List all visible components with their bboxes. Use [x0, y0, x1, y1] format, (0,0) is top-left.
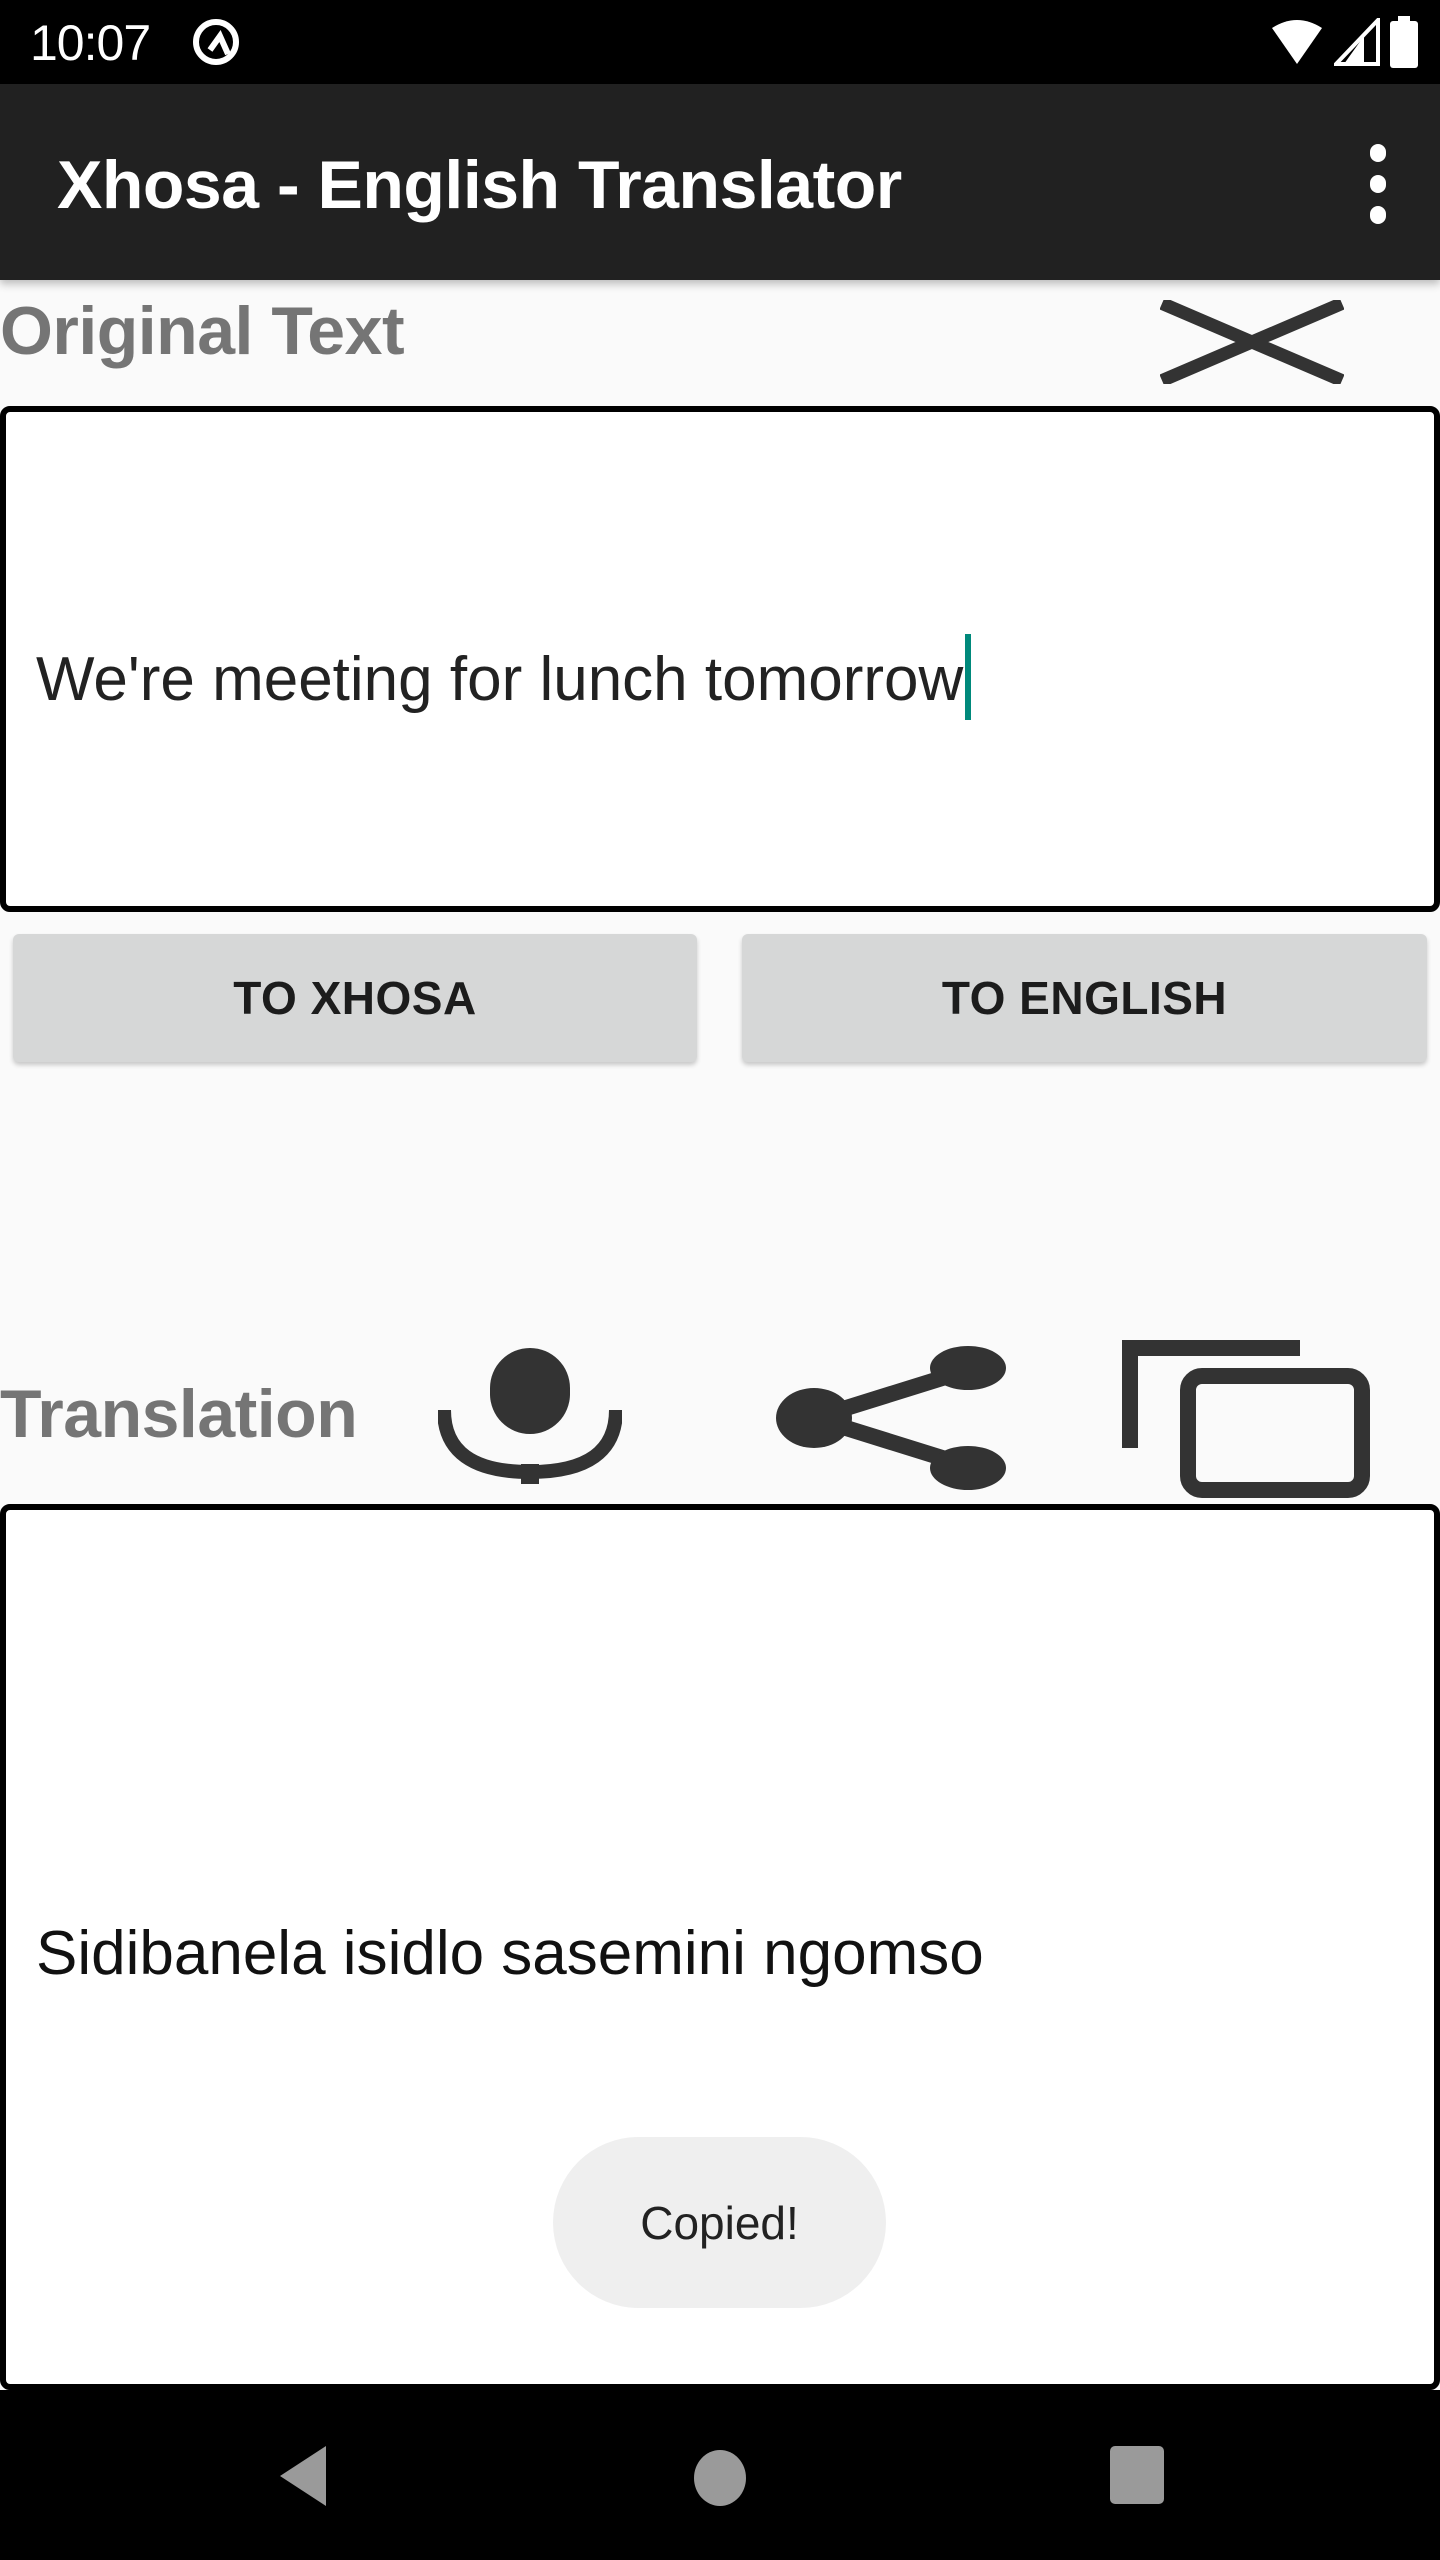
original-text-label: Original Text	[0, 293, 405, 369]
at-sign-icon	[193, 19, 239, 65]
translation-output-text: Sidibanela isidlo sasemini ngomso	[36, 1919, 984, 1988]
text-cursor	[965, 634, 972, 720]
toast-message: Copied!	[553, 2137, 886, 2308]
app-bar: Xhosa - English Translator	[0, 84, 1440, 280]
recents-icon[interactable]	[1102, 2440, 1172, 2510]
home-icon[interactable]	[685, 2440, 755, 2510]
status-time: 10:07	[30, 15, 151, 71]
input-value-text: We're meeting for lunch tomorrow	[36, 645, 964, 714]
to-xhosa-button[interactable]: TO XHOSA	[13, 934, 697, 1062]
cell-signal-icon	[1334, 18, 1380, 66]
original-text-input[interactable]: We're meeting for lunch tomorrow	[0, 406, 1440, 912]
app-title: Xhosa - English Translator	[57, 147, 902, 223]
close-icon[interactable]	[1160, 300, 1344, 384]
share-icon[interactable]	[772, 1346, 1008, 1490]
battery-icon	[1390, 16, 1418, 68]
system-nav-bar	[0, 2390, 1440, 2560]
wifi-icon	[1272, 20, 1322, 64]
translation-label: Translation	[0, 1376, 358, 1452]
more-vert-icon[interactable]	[1356, 144, 1400, 224]
copy-icon[interactable]	[1122, 1340, 1370, 1498]
status-bar: 10:07	[0, 0, 1440, 84]
back-icon[interactable]	[268, 2440, 338, 2510]
to-english-button[interactable]: TO ENGLISH	[742, 934, 1427, 1062]
original-text-value[interactable]: We're meeting for lunch tomorrow	[36, 634, 972, 720]
microphone-icon[interactable]	[438, 1348, 622, 1484]
